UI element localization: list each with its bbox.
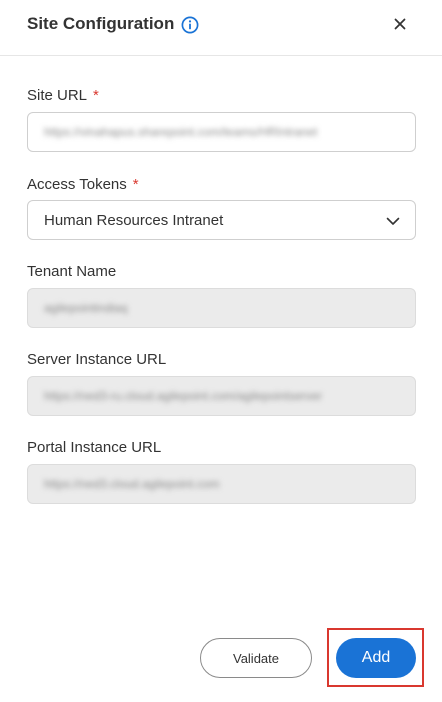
close-button[interactable] <box>388 14 412 38</box>
info-icon[interactable] <box>181 16 199 34</box>
access-tokens-label: Access Tokens * <box>27 176 139 193</box>
site-url-input[interactable]: https://vinahapus.sharepoint.com/teams/H… <box>27 112 416 152</box>
portal-instance-url-field: https://ned3.cloud.agilepoint.com <box>27 464 416 504</box>
site-url-value: https://vinahapus.sharepoint.com/teams/H… <box>44 125 318 139</box>
page-title: Site Configuration <box>27 14 175 33</box>
access-tokens-label-text: Access Tokens <box>27 176 127 193</box>
server-instance-url-label-text: Server Instance URL <box>27 351 167 368</box>
chevron-down-icon <box>385 213 401 229</box>
site-url-label-text: Site URL <box>27 87 88 104</box>
tenant-name-label-text: Tenant Name <box>27 263 117 280</box>
server-instance-url-label: Server Instance URL <box>27 351 166 368</box>
server-instance-url-value: https://ned3-ru.cloud.agilepoint.com/agi… <box>44 389 323 403</box>
panel-header: Site Configuration <box>0 0 442 56</box>
close-icon <box>394 17 406 35</box>
required-marker: * <box>93 87 99 104</box>
tenant-name-label: Tenant Name <box>27 263 116 280</box>
portal-instance-url-value: https://ned3.cloud.agilepoint.com <box>44 477 220 491</box>
portal-instance-url-label-text: Portal Instance URL <box>27 439 162 456</box>
validate-button[interactable]: Validate <box>200 638 312 678</box>
site-configuration-panel: Site Configuration Site URL * https://vin… <box>0 0 442 702</box>
required-marker: * <box>132 176 139 193</box>
tenant-name-field: agilepointindiaq <box>27 288 416 328</box>
access-tokens-selected-value: Human Resources Intranet <box>44 211 224 229</box>
access-tokens-select[interactable]: Human Resources Intranet <box>27 200 416 240</box>
title-group: Site Configuration <box>27 14 199 34</box>
tenant-name-value: agilepointindiaq <box>44 301 128 315</box>
site-url-label: Site URL * <box>27 87 99 104</box>
server-instance-url-field: https://ned3-ru.cloud.agilepoint.com/agi… <box>27 376 416 416</box>
portal-instance-url-label: Portal Instance URL <box>27 439 161 456</box>
add-button[interactable]: Add <box>336 638 416 678</box>
